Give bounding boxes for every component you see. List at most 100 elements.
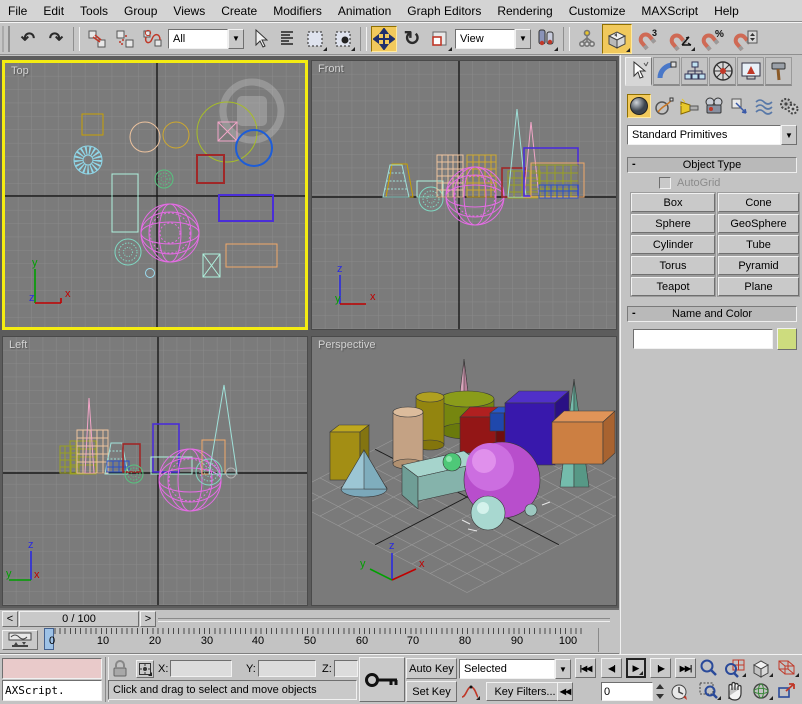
autogrid-checkbox[interactable] [659, 177, 671, 189]
reference-coordinate-system-dropdown[interactable]: View ▼ [455, 29, 531, 49]
selection-lock-icon[interactable] [112, 660, 128, 681]
menu-customize[interactable]: Customize [561, 2, 634, 20]
tab-display[interactable] [737, 57, 764, 86]
rollout-object-type[interactable]: - Object Type [627, 157, 797, 173]
frame-spinner[interactable] [655, 682, 665, 701]
button-teapot[interactable]: Teapot [631, 277, 715, 296]
toolbar-grip[interactable] [2, 26, 10, 52]
small-cyan-sphere[interactable] [525, 504, 537, 516]
key-filters-button[interactable]: Key Filters... [486, 682, 564, 701]
dropdown-arrow-icon[interactable]: ▼ [515, 29, 531, 49]
selection-filter-dropdown[interactable]: All ▼ [168, 29, 244, 49]
menu-group[interactable]: Group [116, 2, 165, 20]
select-object-icon[interactable] [246, 26, 272, 52]
viewport-label[interactable]: Front [318, 63, 344, 75]
time-configuration-icon[interactable] [670, 683, 688, 704]
viewport-front[interactable]: z y x Front [311, 60, 617, 330]
spinner-snap-icon[interactable] [730, 26, 760, 52]
dropdown-arrow-icon[interactable]: ▼ [555, 659, 571, 679]
object-color-swatch[interactable] [777, 328, 797, 350]
systems-icon[interactable] [777, 94, 801, 118]
tan-cylinder[interactable] [393, 407, 423, 469]
menu-rendering[interactable]: Rendering [489, 2, 560, 20]
angle-snap-icon[interactable] [666, 26, 696, 52]
zoom-region-icon[interactable] [698, 681, 722, 701]
menu-graph-editors[interactable]: Graph Editors [399, 2, 489, 20]
tab-modify[interactable] [653, 57, 680, 86]
min-max-toggle-icon[interactable] [776, 681, 798, 704]
absolute-offset-toggle-icon[interactable] [136, 660, 154, 678]
menu-create[interactable]: Create [213, 2, 265, 20]
shapes-icon[interactable] [652, 94, 676, 118]
rectangular-selection-region-icon[interactable] [302, 26, 328, 52]
select-and-rotate-icon[interactable]: ↻ [399, 26, 425, 52]
select-and-link-icon[interactable] [84, 26, 110, 52]
zoom-icon[interactable] [698, 658, 720, 681]
key-mode-toggle-icon[interactable]: ◀◀ [557, 682, 573, 701]
go-to-end-button[interactable]: ▶▶| [675, 658, 696, 678]
lights-icon[interactable] [677, 94, 701, 118]
collapse-icon[interactable]: - [632, 307, 636, 319]
bind-to-space-warp-icon[interactable] [140, 26, 166, 52]
menu-modifiers[interactable]: Modifiers [265, 2, 330, 20]
undo-icon[interactable]: ↶ [15, 26, 41, 52]
window-crossing-selection-icon[interactable] [330, 26, 356, 52]
open-mini-curve-editor-icon[interactable] [2, 630, 38, 650]
menu-views[interactable]: Views [165, 2, 213, 20]
zoom-extents-all-icon[interactable] [776, 658, 800, 678]
viewport-label[interactable]: Left [9, 339, 27, 351]
viewport-label[interactable]: Perspective [318, 339, 375, 351]
x-coordinate-input[interactable] [170, 660, 232, 677]
play-button[interactable]: ▶ [626, 658, 646, 678]
button-geosphere[interactable]: GeoSphere [718, 214, 799, 233]
collapse-icon[interactable]: - [632, 158, 636, 170]
menu-edit[interactable]: Edit [35, 2, 72, 20]
tab-utilities[interactable] [765, 57, 792, 86]
percent-snap-icon[interactable]: % [698, 26, 728, 52]
viewport-perspective[interactable]: z y x Perspective [311, 336, 617, 606]
button-pyramid[interactable]: Pyramid [718, 256, 799, 275]
select-by-name-icon[interactable] [274, 26, 300, 52]
unlink-selection-icon[interactable] [112, 26, 138, 52]
default-in-out-tangents-icon[interactable] [459, 682, 481, 701]
viewport-left[interactable]: z y x Left [2, 336, 308, 606]
use-pivot-point-center-icon[interactable] [533, 26, 559, 52]
current-frame-input[interactable] [601, 682, 653, 701]
select-and-manipulate-icon[interactable] [574, 26, 600, 52]
time-slider-handle[interactable]: 0 / 100 [19, 611, 139, 627]
button-cylinder[interactable]: Cylinder [631, 235, 715, 254]
previous-frame-button[interactable]: ◀| [601, 658, 622, 678]
maxscript-listener-input[interactable]: AXScript. [2, 680, 102, 701]
menu-maxscript[interactable]: MAXScript [633, 2, 706, 20]
button-tube[interactable]: Tube [718, 235, 799, 254]
tab-create[interactable] [625, 57, 652, 86]
menu-animation[interactable]: Animation [330, 2, 399, 20]
z-coordinate-input[interactable] [334, 660, 358, 677]
select-and-move-icon[interactable] [371, 26, 397, 52]
button-torus[interactable]: Torus [631, 256, 715, 275]
space-warps-icon[interactable] [752, 94, 776, 118]
zoom-extents-icon[interactable] [750, 658, 774, 678]
helpers-icon[interactable] [727, 94, 751, 118]
snap-3d-icon[interactable]: 3 [634, 26, 664, 52]
track-bar-ruler[interactable]: 0 10 20 30 40 50 60 70 80 90 100 [42, 628, 599, 652]
time-slider-track[interactable] [158, 618, 610, 622]
selection-set-dropdown[interactable]: Selected ▼ [459, 659, 571, 679]
button-plane[interactable]: Plane [718, 277, 799, 296]
button-cone[interactable]: Cone [718, 193, 799, 212]
auto-key-button[interactable]: Auto Key [406, 658, 457, 679]
menu-help[interactable]: Help [706, 2, 747, 20]
cameras-icon[interactable] [702, 94, 726, 118]
pan-hand-icon[interactable] [723, 681, 745, 704]
button-sphere[interactable]: Sphere [631, 214, 715, 233]
geometry-icon[interactable] [627, 94, 651, 118]
y-coordinate-input[interactable] [258, 660, 316, 677]
go-to-start-button[interactable]: |◀◀ [575, 658, 596, 678]
object-name-input[interactable] [633, 329, 773, 349]
menu-tools[interactable]: Tools [72, 2, 116, 20]
redo-icon[interactable]: ↷ [43, 26, 69, 52]
dropdown-arrow-icon[interactable]: ▼ [781, 125, 797, 145]
maxscript-listener-pink[interactable] [2, 658, 102, 679]
green-sphere[interactable] [443, 453, 461, 471]
snaps-toggle-icon[interactable] [602, 24, 632, 54]
